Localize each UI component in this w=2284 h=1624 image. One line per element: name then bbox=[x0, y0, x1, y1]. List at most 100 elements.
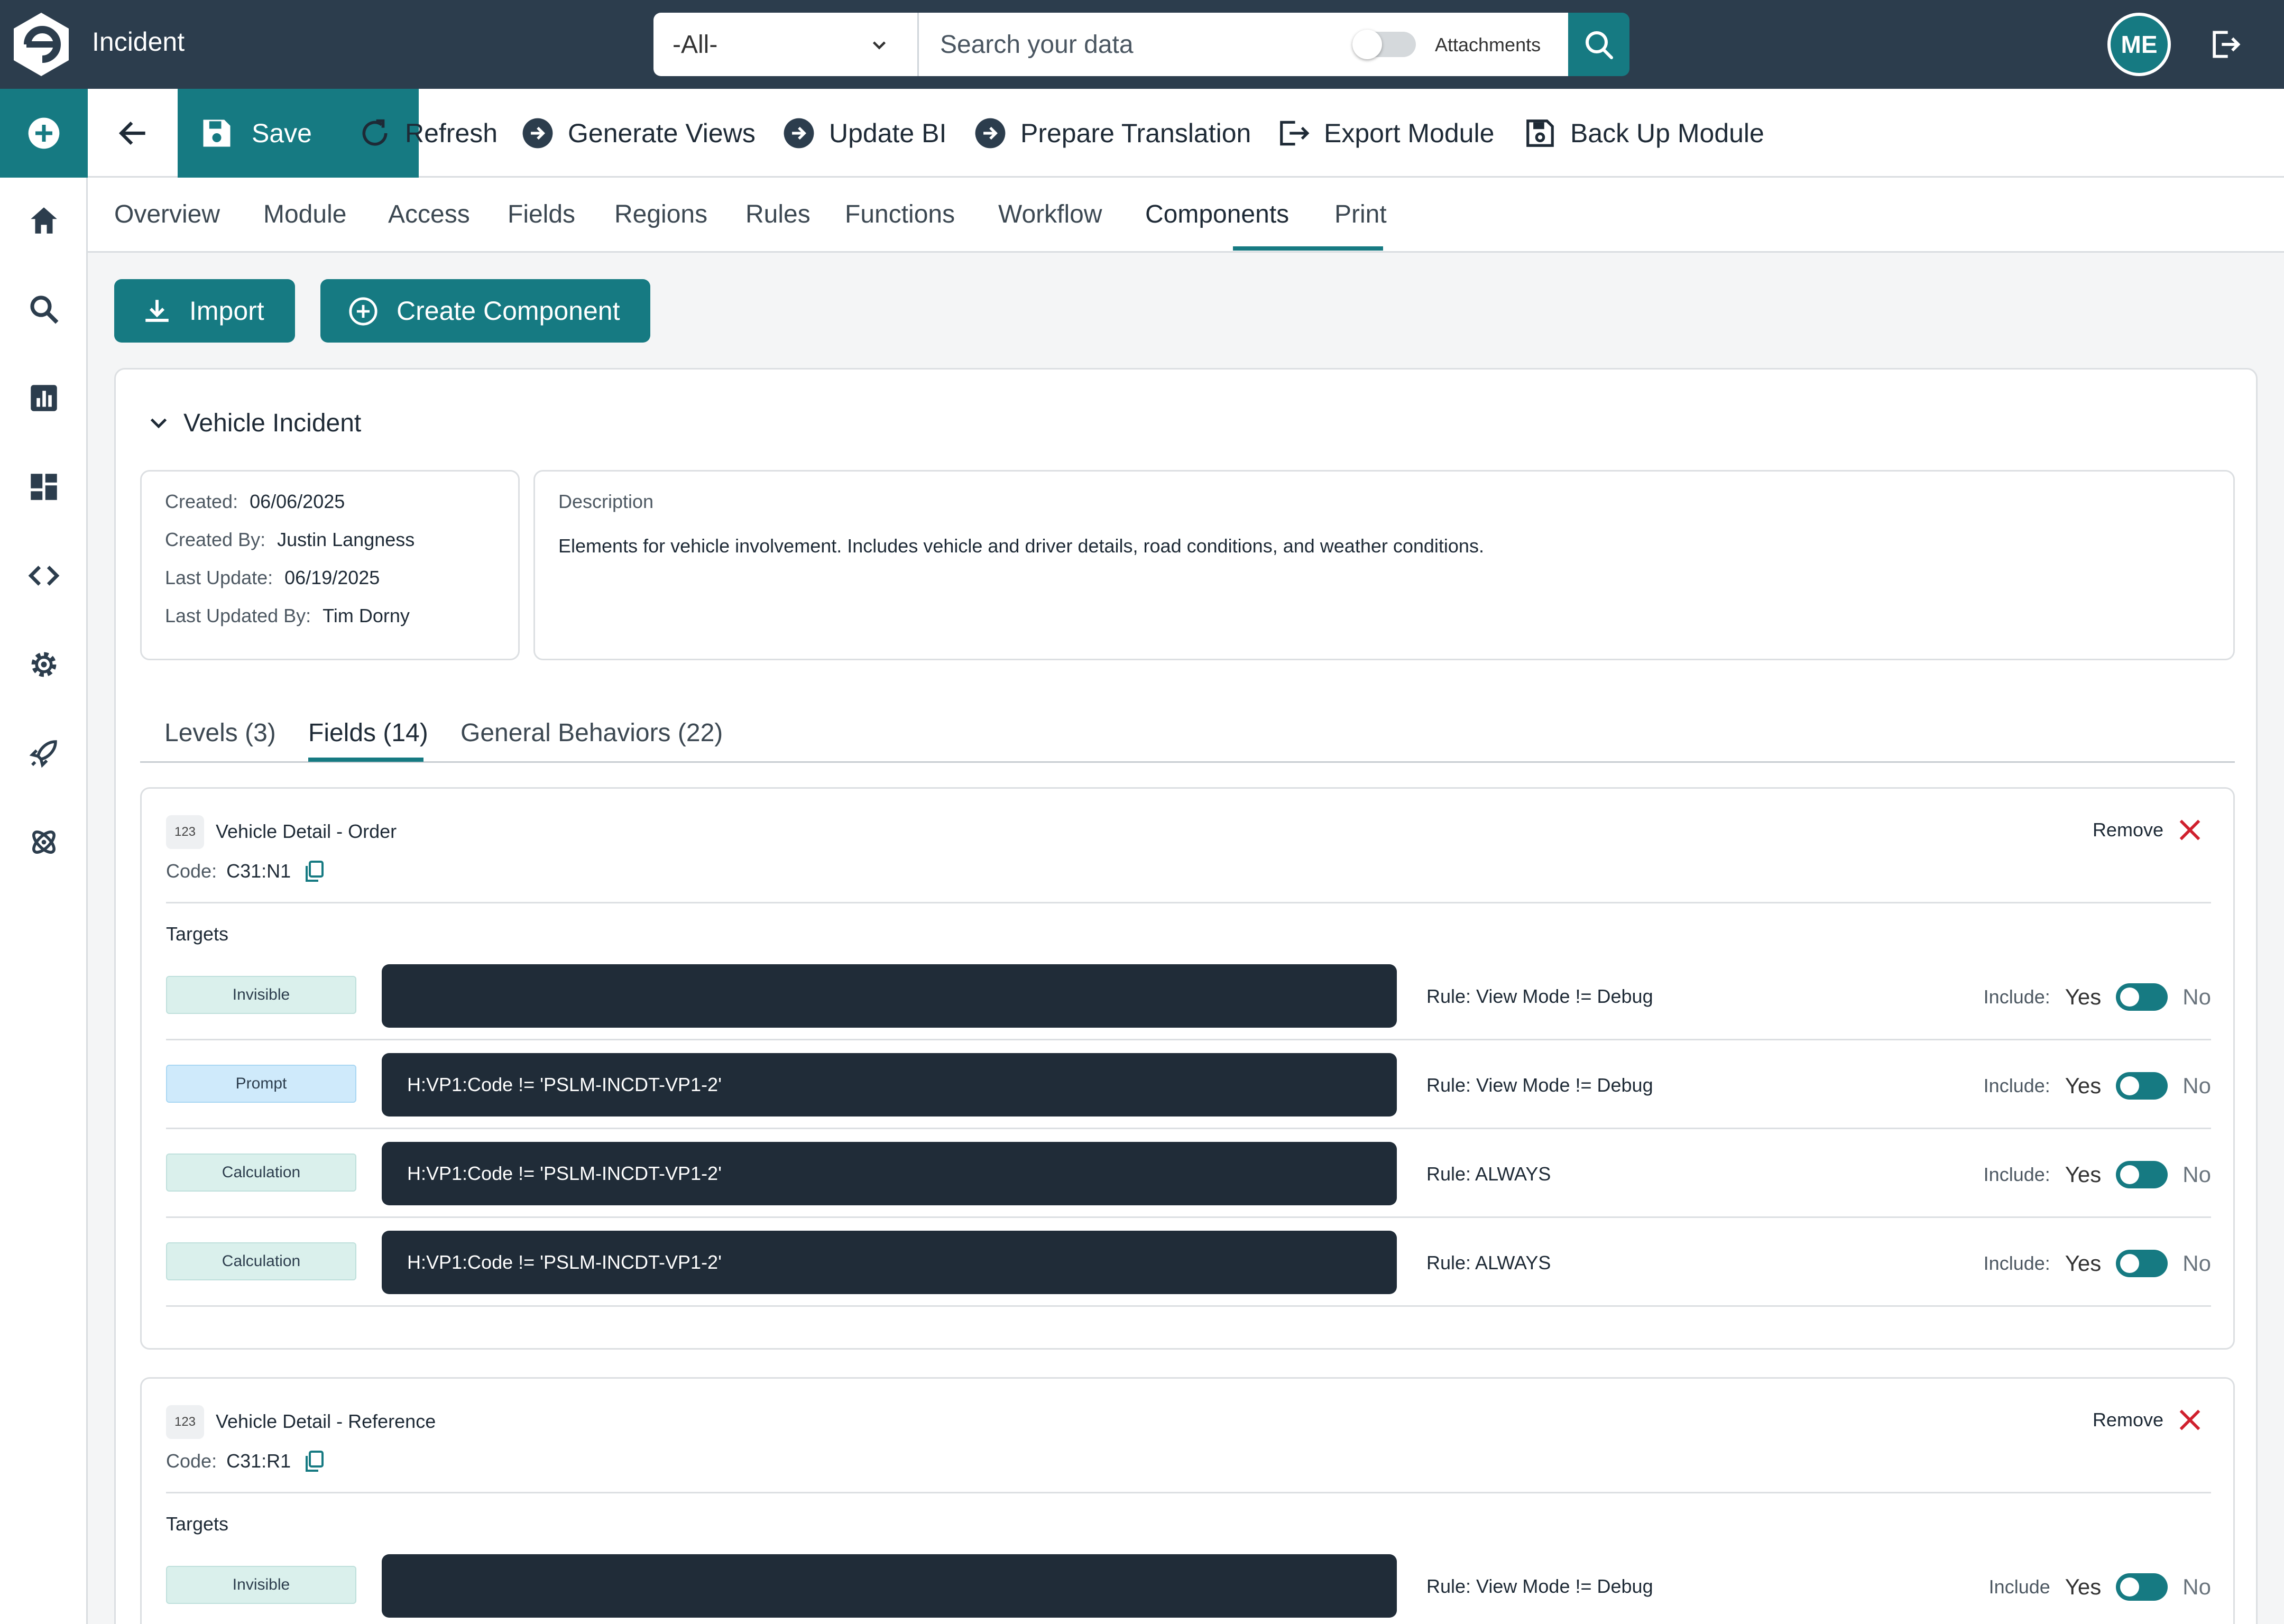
target-expression[interactable] bbox=[382, 1554, 1397, 1618]
remove-button[interactable]: Remove bbox=[2093, 1406, 2204, 1434]
target-type-badge: Prompt bbox=[166, 1065, 356, 1103]
copy-icon[interactable] bbox=[303, 860, 325, 883]
target-expression[interactable]: H:VP1:Code != 'PSLM-INCDT-VP1-2' bbox=[382, 1053, 1397, 1116]
description-box: Description Elements for vehicle involve… bbox=[533, 470, 2235, 660]
gear-icon[interactable] bbox=[26, 647, 61, 682]
app-logo-icon[interactable] bbox=[12, 12, 71, 77]
tab-fields[interactable]: Fields bbox=[508, 200, 575, 229]
remove-button[interactable]: Remove bbox=[2093, 816, 2204, 844]
include-label: Include: bbox=[1983, 1164, 2050, 1185]
export-module-label: Export Module bbox=[1324, 118, 1495, 148]
generate-views-button[interactable]: Generate Views bbox=[521, 116, 756, 150]
arrow-circle-icon bbox=[975, 118, 1006, 149]
search-button[interactable] bbox=[1568, 13, 1629, 76]
code-icon[interactable] bbox=[26, 558, 61, 593]
created-by-label: Created By: bbox=[165, 529, 266, 550]
include-control: Include Yes No bbox=[1989, 1573, 2211, 1601]
include-toggle[interactable] bbox=[2116, 1161, 2168, 1188]
target-type-badge: Invisible bbox=[166, 1566, 356, 1604]
dashboard-icon[interactable] bbox=[26, 469, 61, 504]
target-expression[interactable]: H:VP1:Code != 'PSLM-INCDT-VP1-2' bbox=[382, 1231, 1397, 1294]
include-yes-label: Yes bbox=[2065, 1162, 2102, 1187]
field-title: Vehicle Detail - Reference bbox=[216, 1410, 436, 1432]
home-icon[interactable] bbox=[26, 203, 61, 238]
tab-access[interactable]: Access bbox=[388, 200, 470, 229]
app-title: Incident bbox=[92, 27, 185, 57]
back-arrow-icon[interactable] bbox=[115, 115, 151, 151]
search-nav-icon[interactable] bbox=[26, 292, 61, 327]
toggle-knob bbox=[1352, 30, 1382, 59]
rocket-icon[interactable] bbox=[26, 736, 61, 771]
backup-module-button[interactable]: Back Up Module bbox=[1524, 116, 1764, 150]
copy-icon[interactable] bbox=[303, 1450, 325, 1473]
component-metadata: Created: 06/06/2025 Created By: Justin L… bbox=[140, 470, 520, 660]
include-no-label: No bbox=[2182, 1162, 2211, 1187]
tab-functions[interactable]: Functions bbox=[845, 200, 955, 229]
include-no-label: No bbox=[2182, 1574, 2211, 1599]
tab-overview[interactable]: Overview bbox=[114, 200, 220, 229]
tab-components[interactable]: Components bbox=[1145, 200, 1289, 229]
export-module-button[interactable]: Export Module bbox=[1277, 116, 1494, 150]
tab-workflow[interactable]: Workflow bbox=[998, 200, 1102, 229]
atom-icon[interactable] bbox=[26, 825, 61, 860]
target-expression[interactable] bbox=[382, 964, 1397, 1028]
subtab-general-behaviors[interactable]: General Behaviors (22) bbox=[461, 718, 723, 748]
chevron-down-icon bbox=[150, 418, 167, 428]
include-yes-label: Yes bbox=[2065, 984, 2102, 1009]
subtab-levels[interactable]: Levels (3) bbox=[164, 718, 276, 748]
target-expression[interactable]: H:VP1:Code != 'PSLM-INCDT-VP1-2' bbox=[382, 1142, 1397, 1205]
subtab-fields[interactable]: Fields (14) bbox=[308, 718, 428, 748]
include-toggle[interactable] bbox=[2116, 1072, 2168, 1100]
field-code: Code: C31:N1 bbox=[166, 860, 325, 883]
search-scope-select[interactable]: -All- bbox=[653, 13, 919, 76]
component-header[interactable]: Vehicle Incident bbox=[146, 409, 361, 438]
add-button[interactable] bbox=[0, 89, 88, 178]
prepare-translation-label: Prepare Translation bbox=[1020, 118, 1251, 148]
import-button[interactable]: Import bbox=[114, 279, 295, 343]
update-bi-label: Update BI bbox=[829, 118, 947, 148]
tab-regions[interactable]: Regions bbox=[614, 200, 707, 229]
tab-module[interactable]: Module bbox=[263, 200, 346, 229]
include-toggle[interactable] bbox=[2116, 1250, 2168, 1277]
user-avatar[interactable]: ME bbox=[2107, 13, 2171, 76]
include-toggle[interactable] bbox=[2116, 983, 2168, 1011]
top-bar: Incident -All- Search your data Attachme… bbox=[0, 0, 2284, 89]
include-toggle[interactable] bbox=[2116, 1573, 2168, 1601]
module-tabs: Overview Module Access Fields Regions Ru… bbox=[88, 178, 2284, 253]
create-component-label: Create Component bbox=[397, 296, 620, 326]
prepare-translation-button[interactable]: Prepare Translation bbox=[974, 116, 1251, 150]
include-control: Include: Yes No bbox=[1984, 1072, 2211, 1100]
last-update-row: Last Update: 06/19/2025 bbox=[165, 567, 495, 605]
component-name: Vehicle Incident bbox=[183, 409, 362, 437]
chevron-down-icon bbox=[872, 41, 886, 50]
field-code: Code: C31:R1 bbox=[166, 1450, 325, 1473]
target-row: Calculation H:VP1:Code != 'PSLM-INCDT-VP… bbox=[166, 1129, 2211, 1218]
include-no-label: No bbox=[2182, 1251, 2211, 1276]
generate-views-label: Generate Views bbox=[568, 118, 756, 148]
refresh-button[interactable]: Refresh bbox=[358, 116, 498, 150]
include-label: Include: bbox=[1983, 986, 2050, 1008]
module-toolbar: Save Refresh Generate Views Update BI Pr… bbox=[88, 89, 2284, 178]
reports-icon[interactable] bbox=[26, 381, 61, 416]
description-text: Elements for vehicle involvement. Includ… bbox=[558, 535, 1484, 557]
include-yes-label: Yes bbox=[2065, 1251, 2102, 1276]
component-subtabs: Levels (3) Fields (14) General Behaviors… bbox=[140, 697, 2235, 763]
field-card: 123 Vehicle Detail - Reference Code: C31… bbox=[140, 1377, 2235, 1624]
target-rule: Rule: ALWAYS bbox=[1426, 1163, 1551, 1185]
include-control: Include: Yes No bbox=[1984, 1161, 2211, 1188]
arrow-circle-icon bbox=[522, 118, 553, 149]
create-component-button[interactable]: Create Component bbox=[320, 279, 650, 343]
last-update-value: 06/19/2025 bbox=[284, 567, 380, 588]
include-yes-label: Yes bbox=[2065, 1073, 2102, 1098]
plus-circle-icon bbox=[349, 297, 377, 326]
target-row: Invisible Rule: View Mode != Debug Inclu… bbox=[166, 1542, 2211, 1624]
tab-print[interactable]: Print bbox=[1334, 200, 1387, 229]
update-bi-button[interactable]: Update BI bbox=[782, 116, 946, 150]
include-control: Include: Yes No bbox=[1984, 983, 2211, 1011]
logout-icon[interactable] bbox=[2207, 26, 2243, 62]
backup-module-label: Back Up Module bbox=[1570, 118, 1764, 148]
tab-rules[interactable]: Rules bbox=[745, 200, 811, 229]
close-icon bbox=[2179, 1409, 2200, 1431]
attachments-toggle[interactable] bbox=[1352, 30, 1416, 59]
include-label: Include: bbox=[1983, 1075, 2050, 1096]
